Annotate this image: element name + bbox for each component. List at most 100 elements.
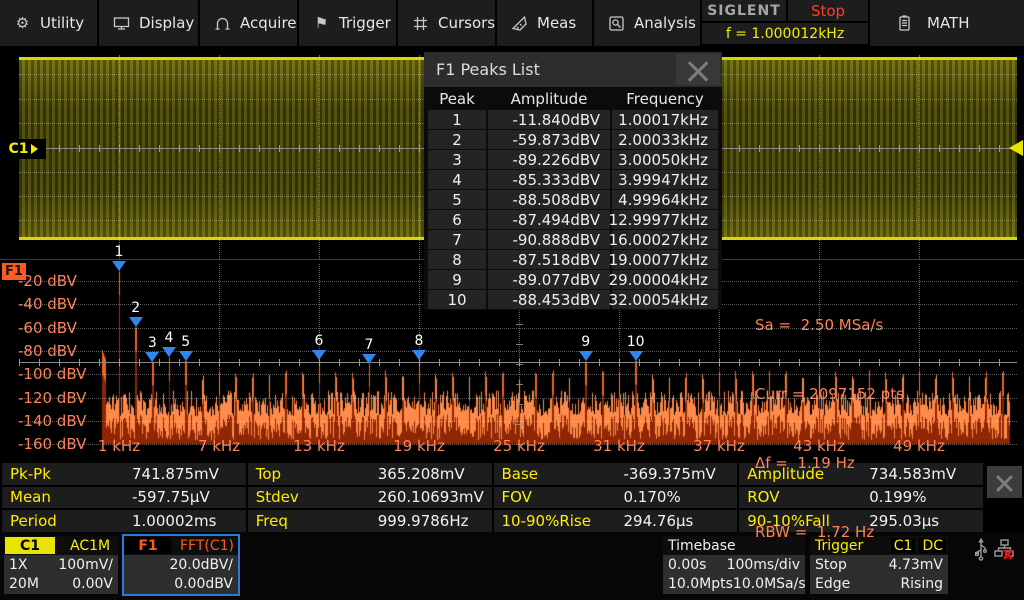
c1-attenuation: 1X [9,557,28,573]
measurement-close-button[interactable] [987,466,1022,498]
fft-points: Curr = 2097152 pts [755,383,904,406]
fft-freq-axis-label: 43 kHz [789,437,849,455]
menu-acquire[interactable]: Acquire [200,0,297,46]
peak-marker-icon [362,354,376,364]
close-icon [987,466,1022,498]
measurement-label: Pk-Pk [2,465,132,483]
peaks-table-cell: 3.99947kHz [612,170,718,189]
menu-label: Meas [537,14,576,32]
menu-math[interactable]: MATH [870,0,1024,46]
peaks-table-cell: 2.00033kHz [612,130,718,149]
gridline-vertical [119,55,120,259]
menu-display[interactable]: Display [99,0,198,46]
peaks-table-cell: -87.494dBV [488,210,610,229]
peaks-table-cell: 12.99977kHz [612,210,718,229]
trigger-level-marker[interactable] [1009,140,1023,156]
peaks-table-cell: -88.453dBV [488,290,610,309]
peaks-table-row[interactable]: 8-87.518dBV19.00077kHz [428,250,718,269]
f1-descriptor-box[interactable]: F1 FFT(C1) 20.0dBV/ 0.00dBV [122,534,240,596]
fft-db-scale-label: -160 dBV [18,435,86,453]
menu-cursors[interactable]: Cursors [398,0,495,46]
c1-scale: 100mV/ [58,557,113,573]
menu-meas[interactable]: Meas [497,0,592,46]
gridline-vertical [819,55,820,259]
peaks-table-cell: 16.00027kHz [612,230,718,249]
peak-marker-number: 6 [307,333,331,349]
peaks-table-row[interactable]: 10-88.453dBV32.00054kHz [428,290,718,309]
gear-icon: ⚙ [14,15,31,32]
fft-freq-axis-label: 49 kHz [889,437,949,455]
fft-freq-axis-label: 1 kHz [89,437,149,455]
peaks-table-row[interactable]: 1-11.840dBV1.00017kHz [428,110,718,129]
fft-db-scale-label: -120 dBV [18,389,86,407]
peak-marker-icon [145,352,159,362]
f1-offset: 0.00dBV [174,576,233,592]
c1-channel-marker[interactable]: C1 [0,139,46,159]
peaks-table-row[interactable]: 6-87.494dBV12.99977kHz [428,210,718,229]
peaks-table-row[interactable]: 7-90.888dBV16.00027kHz [428,230,718,249]
siglent-logo: SIGLENT [702,0,786,21]
c1-badge: C1 [5,537,55,554]
measurement-value: -369.375mV [624,465,716,483]
peaks-table-cell: 1.00017kHz [612,110,718,129]
f1-badge: F1 [125,537,171,554]
fft-db-scale-label: -40 dBV [18,295,77,313]
timebase-title: Timebase [668,538,736,554]
peak-marker-icon [312,350,326,360]
peaks-table-row[interactable]: 2-59.873dBV2.00033kHz [428,130,718,149]
peaks-table-row[interactable]: 3-89.226dBV3.00050kHz [428,150,718,169]
menu-trigger[interactable]: ⚑ Trigger [299,0,396,46]
peaks-table-row[interactable]: 5-88.508dBV4.99964kHz [428,190,718,209]
peak-marker-icon [112,261,126,271]
trigger-coupling: DC [919,538,946,553]
fft-db-scale-label: -60 dBV [18,319,77,337]
dialog-close-button[interactable] [676,54,720,85]
peaks-table-cell: -11.840dBV [488,110,610,129]
menu-label: Display [139,14,194,32]
peaks-table-row[interactable]: 4-85.333dBV3.99947kHz [428,170,718,189]
peaks-table-cell: -90.888dBV [488,230,610,249]
peaks-table-cell: 2 [428,130,486,149]
acquisition-status-badge: Stop [788,0,868,21]
frequency-counter: f = 1.000012kHz [702,23,868,44]
peaks-table-cell: 5 [428,190,486,209]
peak-marker-number: 1 [107,244,131,260]
fft-sample-rate: Sa = 2.50 MSa/s [755,314,904,337]
gridline-vertical [219,55,220,259]
usb-icon [972,538,990,566]
peak-marker-number: 8 [407,333,431,349]
menu-analysis[interactable]: Analysis [594,0,700,46]
peaks-table-row[interactable]: 9-89.077dBV29.00004kHz [428,270,718,289]
measurement-label: Freq [248,512,378,530]
measurement-label: Period [2,512,132,530]
measurement-cell: Period1.00002ms [2,510,246,532]
menu-utility[interactable]: ⚙ Utility [0,0,97,46]
c1-descriptor-box[interactable]: C1 AC1M 1X100mV/ 20M0.00V [4,536,118,594]
acquire-icon [214,15,231,32]
peaks-table-body: 1-11.840dBV1.00017kHz2-59.873dBV2.00033k… [428,110,718,310]
close-icon [676,54,720,85]
peaks-table-cell: 29.00004kHz [612,270,718,289]
fft-delta-f: Δf = 1.19 Hz [755,452,904,475]
menu-label: Utility [40,14,84,32]
c1-bandwidth: 20M [9,576,39,592]
measurement-value: 741.875mV [132,465,219,483]
fft-freq-axis-label: 19 kHz [389,437,449,455]
peaks-table-cell: 7 [428,230,486,249]
measurement-cell: Pk-Pk741.875mV [2,463,246,485]
measurement-value: 365.208mV [378,465,465,483]
status-block: SIGLENT Stop f = 1.000012kHz [702,0,868,46]
gridline-vertical [419,55,420,259]
peaks-table-cell: 3.00050kHz [612,150,718,169]
peak-marker-icon [412,350,426,360]
measurement-label: 10-90%Rise [494,512,624,530]
peaks-table-cell: 4.99964kHz [612,190,718,209]
fft-rbw: RBW = 1.72 Hz [755,521,904,544]
peak-marker-icon [579,351,593,361]
peaks-table-cell: -59.873dBV [488,130,610,149]
menu-label: Trigger [339,14,391,32]
peaks-list-dialog: F1 Peaks List Peak Amplitude Frequency 1… [424,52,722,310]
peaks-table-cell: -89.077dBV [488,270,610,289]
measurement-label: Base [494,465,624,483]
measurement-label: Mean [2,488,132,506]
